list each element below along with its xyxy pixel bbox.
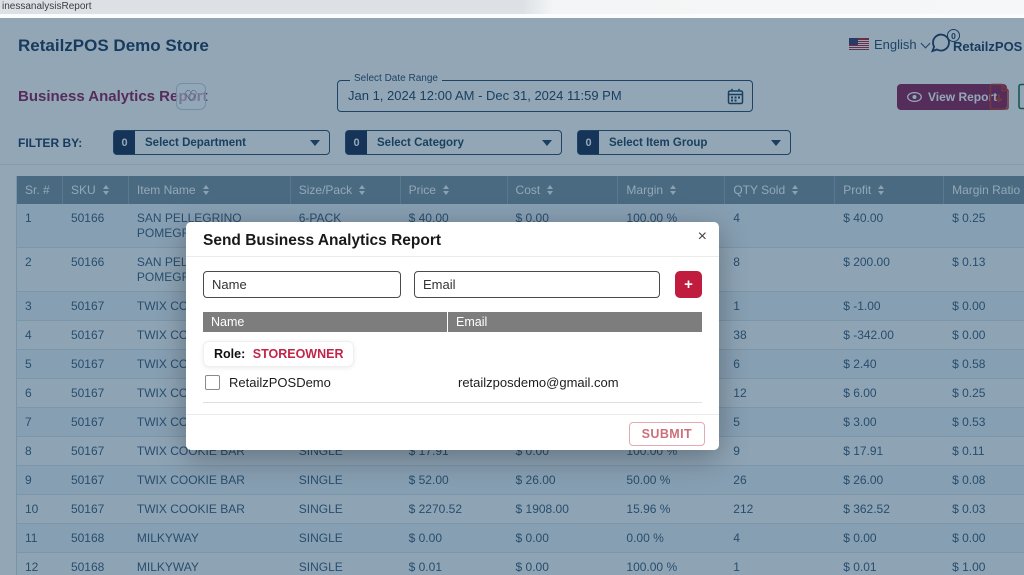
modal-title: Send Business Analytics Report [203,232,442,249]
browser-tab-title[interactable]: inessanalysisReport [2,1,92,12]
recipient-email: retailzposdemo@gmail.com [458,375,619,390]
divider [186,256,719,257]
submit-button[interactable]: SUBMIT [628,422,705,446]
recipient-checkbox[interactable] [205,375,220,390]
role-chip: Role: STOREOWNER [203,341,355,367]
plus-icon: + [684,276,693,293]
role-label: Role: [214,347,246,361]
browser-tab-strip: inessanalysisReport [0,0,1024,14]
divider [203,402,702,403]
recipient-row: RetailzPOSDemo retailzposdemo@gmail.com [203,373,702,395]
send-report-modal: Send Business Analytics Report × + Name … [186,222,719,450]
role-value: STOREOWNER [252,347,344,361]
add-recipient-button[interactable]: + [675,271,702,298]
recipient-name: RetailzPOSDemo [229,375,331,390]
recipient-table-header: Name Email [203,312,702,332]
recipient-name-input[interactable] [203,271,401,298]
recipient-name-column-header: Name [203,312,448,332]
recipient-email-input[interactable] [414,271,660,298]
recipient-email-column-header: Email [456,315,488,329]
close-icon[interactable]: × [698,228,707,246]
divider [186,414,719,415]
